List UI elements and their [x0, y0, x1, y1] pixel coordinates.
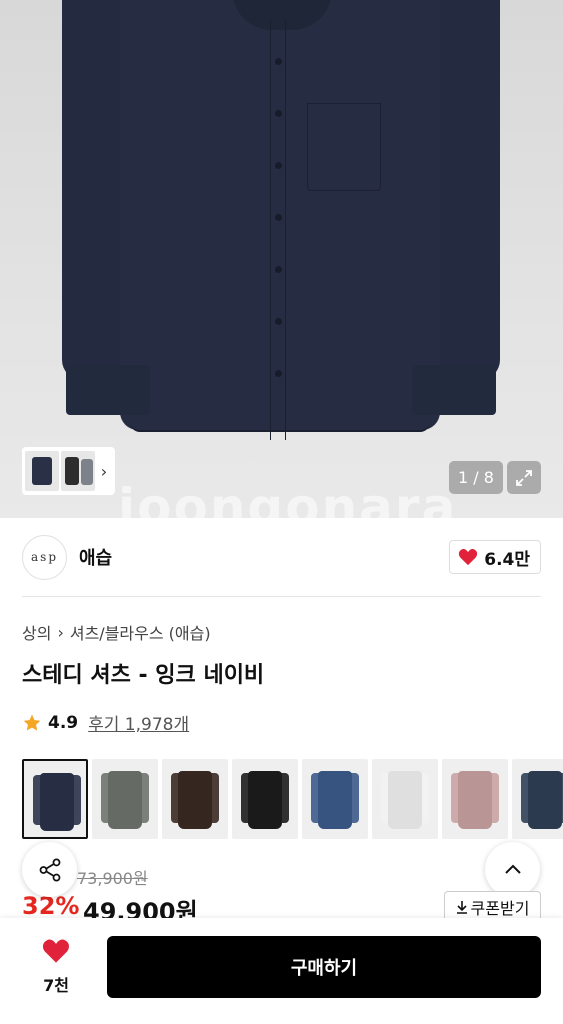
- chevron-right-icon[interactable]: ›: [97, 462, 111, 481]
- expand-button[interactable]: [507, 461, 541, 494]
- color-swatch[interactable]: [512, 759, 563, 839]
- heart-icon: [43, 939, 69, 963]
- rating-value: 4.9: [48, 712, 79, 733]
- gallery-thumb[interactable]: [61, 451, 95, 491]
- shirt-placket: [270, 20, 286, 440]
- shirt-button: [275, 58, 282, 65]
- shirt-hem: [130, 420, 430, 432]
- expand-icon: [516, 469, 532, 486]
- brand-name[interactable]: 애습: [79, 544, 112, 570]
- gallery-thumb[interactable]: [25, 451, 59, 491]
- swatch-shirt-body: [108, 771, 142, 829]
- color-swatch[interactable]: [92, 759, 158, 839]
- download-icon: [456, 901, 467, 914]
- color-swatch[interactable]: [232, 759, 298, 839]
- shirt-button: [275, 214, 282, 221]
- buy-button[interactable]: 구매하기: [107, 936, 541, 998]
- brand-like-count: 6.4만: [484, 549, 530, 570]
- swatch-shirt-body: [40, 773, 74, 831]
- color-swatch[interactable]: [162, 759, 228, 839]
- star-icon: [23, 714, 41, 731]
- color-swatch[interactable]: [372, 759, 438, 839]
- coupon-label: 쿠폰받기: [470, 899, 530, 918]
- swatch-shirt-body: [178, 771, 212, 829]
- color-swatches: [22, 759, 563, 839]
- wishlist-button[interactable]: 7천: [32, 938, 80, 996]
- chevron-up-icon: [504, 864, 521, 874]
- swatch-shirt-body: [458, 771, 492, 829]
- product-title: 스테디 셔츠 - 잉크 네이비: [22, 663, 265, 688]
- rating-row: 4.9 후기 1,978개: [22, 710, 189, 735]
- chevron-right-icon: ›: [57, 622, 64, 642]
- color-swatch[interactable]: [442, 759, 508, 839]
- product-image[interactable]: joongonara › 1 / 8: [0, 0, 563, 518]
- swatch-shirt-body: [388, 771, 422, 829]
- swatch-shirt-body: [528, 771, 562, 829]
- shirt-cuff-right: [412, 365, 496, 415]
- breadcrumb-category[interactable]: 상의: [22, 620, 51, 644]
- swatch-shirt-body: [318, 771, 352, 829]
- gallery-thumbnails[interactable]: ›: [22, 447, 115, 495]
- divider: [22, 596, 541, 597]
- product-page: joongonara › 1 / 8 asp 애습 6.4만 상의 › 셔츠/블…: [0, 0, 563, 1024]
- shirt-button: [275, 266, 282, 273]
- shirt-button: [275, 318, 282, 325]
- breadcrumb: 상의 › 셔츠/블라우스 (애습): [22, 620, 211, 644]
- color-swatch[interactable]: [302, 759, 368, 839]
- scroll-top-button[interactable]: [485, 842, 540, 897]
- shirt-pocket: [307, 103, 381, 191]
- shirt-button: [275, 370, 282, 377]
- brand-row[interactable]: asp 애습 6.4만: [22, 534, 541, 580]
- share-icon: [39, 858, 60, 881]
- bottom-bar: 7천 구매하기: [0, 918, 563, 1024]
- original-price: 73,900원: [77, 869, 148, 888]
- image-counter: 1 / 8: [449, 461, 503, 494]
- swatch-shirt-body: [248, 771, 282, 829]
- breadcrumb-subcategory[interactable]: 셔츠/블라우스 (애습): [70, 620, 211, 644]
- wishlist-count: 7천: [43, 976, 69, 995]
- heart-icon: [459, 548, 478, 566]
- shirt-cuff-left: [66, 365, 150, 415]
- color-swatch[interactable]: [22, 759, 88, 839]
- share-button[interactable]: [22, 842, 77, 897]
- shirt-button: [275, 110, 282, 117]
- shirt-button: [275, 162, 282, 169]
- brand-like-button[interactable]: 6.4만: [449, 540, 541, 574]
- brand-logo[interactable]: asp: [22, 534, 67, 580]
- reviews-link[interactable]: 후기 1,978개: [88, 710, 189, 735]
- watermark-text: joongonara: [118, 478, 458, 518]
